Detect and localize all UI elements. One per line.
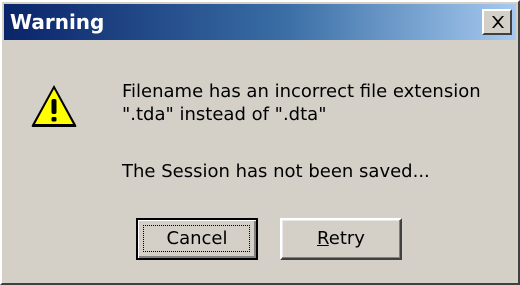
retry-button-label: etry bbox=[328, 228, 365, 249]
window-title: Warning bbox=[10, 10, 105, 34]
retry-button-mnemonic: R bbox=[317, 228, 329, 249]
warning-icon bbox=[31, 85, 77, 127]
title-bar[interactable]: Warning bbox=[4, 4, 516, 40]
message-line-1: Filename has an incorrect file extension bbox=[122, 81, 481, 102]
focus-rectangle bbox=[143, 225, 250, 252]
close-icon bbox=[492, 16, 504, 28]
cancel-button[interactable]: Cancel bbox=[136, 218, 258, 260]
close-button[interactable] bbox=[482, 9, 512, 35]
message-line-3: The Session has not been saved... bbox=[122, 161, 430, 182]
retry-button[interactable]: Retry bbox=[280, 218, 402, 260]
warning-dialog: Warning Filename has an incorrect file e… bbox=[0, 0, 520, 285]
message-line-2: ".tda" instead of ".dta" bbox=[122, 104, 327, 125]
